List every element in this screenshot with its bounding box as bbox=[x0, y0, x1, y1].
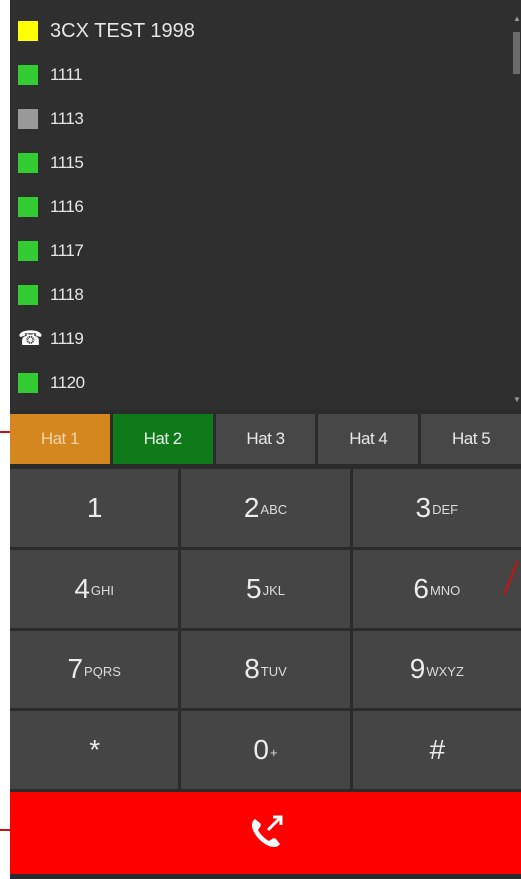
hangup-phone-icon bbox=[251, 815, 282, 848]
key-digit: 3 bbox=[415, 491, 432, 523]
key-digit: 6 bbox=[413, 572, 429, 604]
contact-item[interactable]: 1115 bbox=[18, 148, 84, 178]
key-letters: ABC bbox=[260, 502, 288, 518]
presence-indicator bbox=[18, 21, 38, 41]
scroll-down-icon[interactable]: ▼ bbox=[513, 395, 521, 404]
key-digit: 8 bbox=[244, 653, 260, 685]
presence-indicator bbox=[18, 65, 38, 85]
contact-item[interactable]: 1113 bbox=[18, 104, 84, 134]
tab-hat-1[interactable]: Hat 1 bbox=[10, 414, 110, 464]
key-1-button[interactable]: 1 bbox=[10, 469, 179, 547]
key-letters: + bbox=[269, 744, 278, 760]
key-3-button[interactable]: 3 DEF bbox=[352, 469, 521, 547]
hangup-button[interactable] bbox=[10, 792, 521, 874]
tab-hat-4[interactable]: Hat 4 bbox=[318, 414, 419, 464]
key-letters: JKL bbox=[262, 583, 285, 599]
contact-label: 1120 bbox=[50, 373, 85, 392]
key-letters: WXYZ bbox=[426, 663, 464, 679]
key-4-button[interactable]: 4 GHI bbox=[10, 549, 179, 628]
contact-label: 1113 bbox=[50, 109, 84, 128]
key-digit: * bbox=[89, 734, 100, 766]
hat-tabs: Hat 1 Hat 2 Hat 3 Hat 4 Hat 5 bbox=[10, 414, 521, 464]
key-letters: TUV bbox=[260, 663, 287, 679]
key-digit: 1 bbox=[86, 491, 103, 523]
key-2-button[interactable]: 2 ABC bbox=[181, 469, 350, 547]
contact-item[interactable]: 1118 bbox=[18, 280, 84, 310]
contact-list[interactable]: 3CX TEST 1998 1111 1113 1115 1116 1117 1118 ☎ 11… bbox=[10, 0, 521, 410]
key-0-button[interactable]: 0 + bbox=[181, 711, 350, 789]
presence-indicator bbox=[18, 373, 38, 393]
presence-indicator bbox=[18, 241, 38, 261]
contact-label: 3CX TEST 1998 bbox=[50, 19, 195, 42]
contact-item[interactable]: 1120 bbox=[18, 368, 85, 398]
dialer-panel: 3CX TEST 1998 1111 1113 1115 1116 1117 1118 ☎ 11… bbox=[10, 0, 521, 879]
key-6-button[interactable]: 6 MNO bbox=[352, 549, 521, 628]
presence-indicator bbox=[18, 153, 38, 173]
annotation-line bbox=[0, 431, 10, 433]
tab-hat-3[interactable]: Hat 3 bbox=[215, 414, 316, 464]
contact-label: 1119 bbox=[50, 329, 84, 348]
key-digit: 5 bbox=[246, 572, 262, 604]
contact-item[interactable]: 3CX TEST 1998 bbox=[18, 16, 195, 46]
key-letters: MNO bbox=[429, 583, 461, 599]
tab-hat-2[interactable]: Hat 2 bbox=[112, 414, 213, 464]
contact-label: 1116 bbox=[50, 197, 84, 216]
key-letters: GHI bbox=[90, 583, 115, 599]
contact-item[interactable]: 1116 bbox=[18, 192, 84, 222]
presence-indicator bbox=[18, 285, 38, 305]
key-star-button[interactable]: * bbox=[10, 711, 179, 789]
phone-icon: ☎ bbox=[18, 328, 43, 350]
contact-label: 1115 bbox=[50, 153, 84, 172]
tab-hat-5[interactable]: Hat 5 bbox=[421, 414, 521, 464]
presence-indicator bbox=[18, 109, 38, 129]
dial-keypad: 1 2 ABC 3 DEF 4 GHI 5 JKL 6 MNO 7 PQRS 8 TUV 9 WXYZ * 0 + # bbox=[10, 469, 521, 789]
key-digit: 4 bbox=[74, 572, 90, 604]
annotation-line bbox=[0, 829, 10, 831]
contact-item[interactable]: ☎ 1119 bbox=[18, 324, 84, 354]
key-digit: 9 bbox=[409, 653, 426, 685]
key-digit: 2 bbox=[243, 491, 260, 523]
scroll-thumb[interactable] bbox=[513, 32, 520, 74]
key-letters: PQRS bbox=[84, 663, 121, 679]
contact-label: 1111 bbox=[50, 65, 83, 84]
key-hash-button[interactable]: # bbox=[352, 711, 521, 789]
contact-list-scrollbar[interactable]: ▲ ▼ bbox=[512, 14, 521, 404]
contact-item[interactable]: 1117 bbox=[18, 236, 84, 266]
key-digit: # bbox=[429, 734, 446, 766]
key-letters: DEF bbox=[432, 502, 459, 518]
key-8-button[interactable]: 8 TUV bbox=[181, 630, 350, 709]
presence-indicator bbox=[18, 197, 38, 217]
scroll-up-icon[interactable]: ▲ bbox=[513, 14, 521, 23]
key-5-button[interactable]: 5 JKL bbox=[181, 549, 350, 628]
contact-item[interactable]: 1111 bbox=[18, 60, 83, 90]
contact-label: 1117 bbox=[50, 241, 84, 260]
key-7-button[interactable]: 7 PQRS bbox=[10, 630, 179, 709]
key-9-button[interactable]: 9 WXYZ bbox=[352, 630, 521, 709]
key-digit: 7 bbox=[67, 653, 83, 685]
key-digit: 0 bbox=[253, 734, 269, 766]
contact-label: 1118 bbox=[50, 285, 84, 304]
